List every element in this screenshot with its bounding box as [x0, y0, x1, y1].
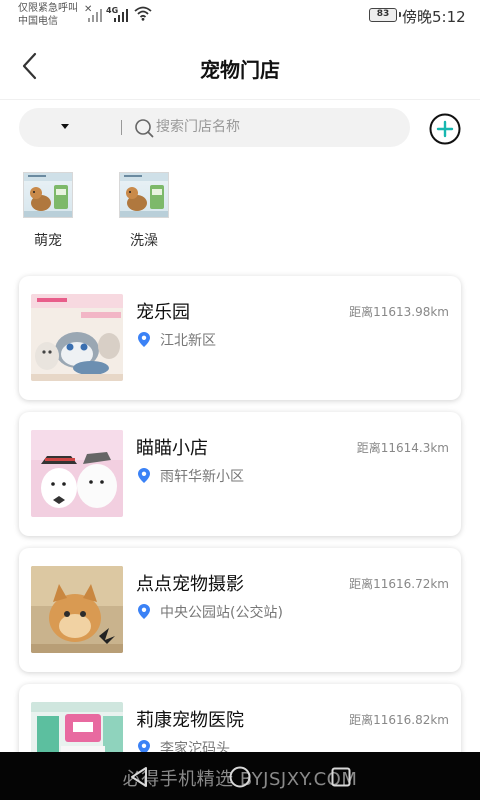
store-location: 雨轩华新小区: [160, 469, 244, 485]
chevron-down-icon: [61, 124, 69, 129]
store-card[interactable]: 宠乐园 距离11613.98km 江北新区: [19, 276, 461, 400]
signal-icon-sim1: [88, 9, 102, 22]
recents-square-icon: [331, 767, 351, 787]
store-image: [31, 294, 123, 381]
category-label: 萌宠: [34, 233, 62, 249]
store-name: 瞄瞄小店: [136, 438, 208, 459]
category-image: [23, 172, 73, 218]
location-pin-icon: [138, 604, 150, 619]
home-circle-icon: [229, 766, 251, 788]
carrier-name: 中国电信: [18, 16, 58, 27]
store-name: 莉康宠物医院: [136, 710, 244, 731]
battery-indicator: 83: [369, 8, 401, 22]
store-card[interactable]: 瞄瞄小店 距离11614.3km 雨轩华新小区: [19, 412, 461, 536]
category-item-pets[interactable]: 萌宠: [13, 172, 83, 250]
search-input[interactable]: [156, 116, 396, 138]
location-pin-icon: [138, 332, 150, 347]
signal-icon-sim2: [114, 9, 128, 22]
status-bar: 仅限紧急呼叫 中国电信 ✕ 4G 83 傍晚5:12: [0, 0, 480, 32]
category-label: 洗澡: [130, 233, 158, 249]
search-divider: [121, 120, 122, 135]
store-name: 宠乐园: [136, 302, 190, 323]
store-location: 江北新区: [160, 333, 216, 349]
store-name: 点点宠物摄影: [136, 574, 244, 595]
back-triangle-icon: [131, 767, 147, 787]
wifi-icon: [134, 6, 152, 21]
store-distance: 距离11616.72km: [349, 577, 449, 591]
store-distance: 距离11614.3km: [356, 441, 449, 455]
category-image: [119, 172, 169, 218]
category-item-bath[interactable]: 洗澡: [109, 172, 179, 250]
store-image: [31, 566, 123, 653]
add-store-button[interactable]: [429, 113, 461, 145]
carrier-info: 仅限紧急呼叫 中国电信: [18, 2, 78, 28]
city-dropdown[interactable]: [19, 108, 111, 147]
page-title: 宠物门店: [200, 58, 280, 82]
emergency-calls-text: 仅限紧急呼叫: [18, 3, 78, 14]
add-circle-icon: [429, 113, 461, 145]
store-distance: 距离11616.82km: [349, 713, 449, 727]
header: 宠物门店: [0, 32, 480, 100]
system-nav-bar: 必得手机精选 BYJSJXY.COM: [0, 752, 480, 800]
search-icon: [135, 119, 154, 138]
nav-back-button[interactable]: [126, 764, 152, 790]
location-pin-icon: [138, 468, 150, 483]
nav-recents-button[interactable]: [328, 764, 354, 790]
status-time: 傍晚5:12: [402, 8, 466, 26]
store-image: [31, 430, 123, 517]
store-card[interactable]: 点点宠物摄影 距离11616.72km 中央公园站(公交站): [19, 548, 461, 672]
store-location: 中央公园站(公交站): [160, 605, 283, 621]
store-distance: 距离11613.98km: [349, 305, 449, 319]
search-bar: [19, 108, 410, 147]
nav-home-button[interactable]: [227, 764, 253, 790]
